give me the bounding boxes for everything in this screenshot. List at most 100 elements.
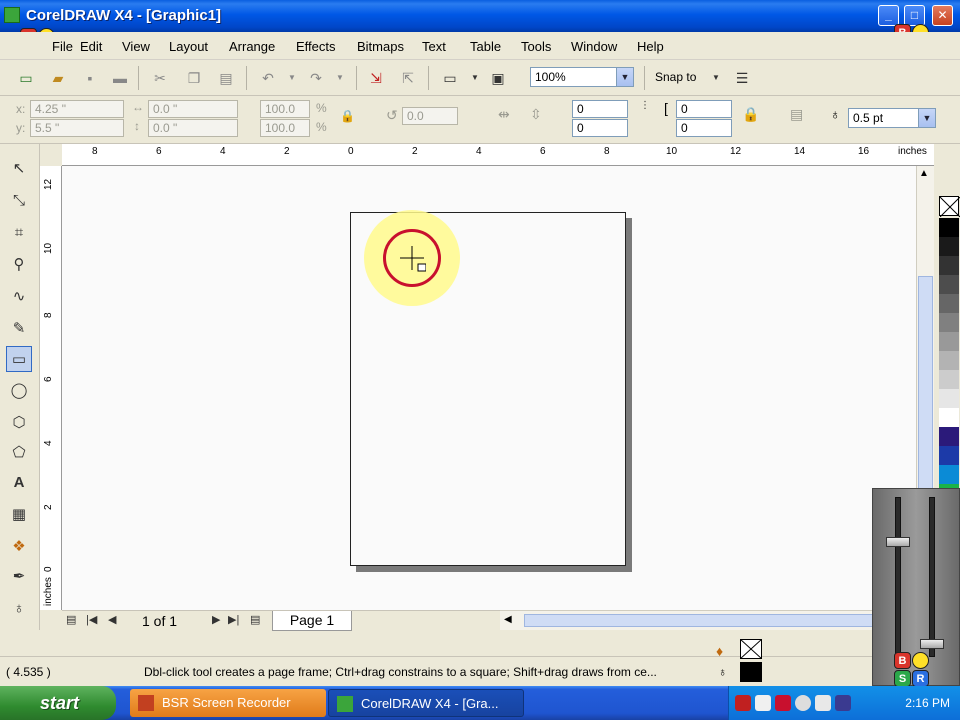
undo-icon[interactable]: ↶ [258,68,278,88]
lock-ratio-icon[interactable]: 🔒 [340,109,355,123]
color-swatch[interactable] [939,408,959,428]
rotation-field[interactable]: 0.0 [402,107,458,125]
task-bsr-recorder[interactable]: BSR Screen Recorder [130,689,326,717]
corner-top-right-field[interactable]: 0 [676,100,732,118]
horizontal-scrollbar[interactable]: ◀ [500,610,916,630]
ellipse-tool-icon[interactable]: ◯ [6,378,32,404]
color-swatch[interactable] [939,256,959,276]
menu-arrange[interactable]: Arrange [229,39,275,54]
welcome-screen-icon[interactable]: ▣ [488,68,508,88]
tray-volume-icon[interactable] [795,695,811,711]
mirror-vertical-icon[interactable]: ⇳ [530,106,542,123]
scale-x-field[interactable]: 100.0 [260,100,310,118]
color-swatch[interactable] [939,237,959,257]
tray-app-icon[interactable] [835,695,851,711]
launcher-dropdown-icon[interactable]: ▼ [465,68,485,88]
mirror-horizontal-icon[interactable]: ⇹ [498,106,510,123]
undo-dropdown-icon[interactable]: ▼ [282,68,302,88]
corner-bottom-right-field[interactable]: 0 [676,119,732,137]
snap-to-button[interactable]: Snap to [655,70,696,84]
scroll-up-icon[interactable]: ▲ [919,168,929,179]
outline-color-indicator[interactable] [740,662,762,682]
tray-messenger-icon[interactable] [815,695,831,711]
y-position-field[interactable]: 5.5 " [30,119,124,137]
menu-file[interactable]: File [52,39,73,54]
menu-effects[interactable]: Effects [296,39,336,54]
redo-dropdown-icon[interactable]: ▼ [330,68,350,88]
corner-bottom-left-field[interactable]: 0 [572,119,628,137]
interactive-tool-icon[interactable]: ❖ [6,534,32,560]
fill-none-icon[interactable] [740,639,762,659]
volume-slider-right[interactable] [920,639,944,649]
menu-view[interactable]: View [122,39,150,54]
color-swatch[interactable] [939,389,959,409]
volume-slider-left[interactable] [886,537,910,547]
corner-top-left-field[interactable]: 0 [572,100,628,118]
new-document-icon[interactable]: ▭ [16,68,36,88]
x-position-field[interactable]: 4.25 " [30,100,124,118]
smart-fill-tool-icon[interactable]: ✎ [6,316,32,342]
menu-edit[interactable]: Edit [80,39,102,54]
round-corners-lock-icon[interactable]: 🔒 [742,106,759,123]
outline-tool-icon[interactable]: ♁ [6,596,32,622]
height-field[interactable]: 0.0 " [148,119,238,137]
color-swatch[interactable] [939,465,959,485]
copy-icon[interactable]: ❐ [184,68,204,88]
open-icon[interactable]: ▰ [48,68,68,88]
color-swatch[interactable] [939,351,959,371]
zoom-tool-icon[interactable]: ⚲ [6,252,32,278]
text-tool-icon[interactable]: A [6,470,32,496]
task-coreldraw[interactable]: CorelDRAW X4 - [Gra... [328,689,524,717]
color-swatch[interactable] [939,370,959,390]
coreldraw-app-icon[interactable] [4,7,20,23]
no-color-swatch[interactable] [939,196,960,218]
save-icon[interactable]: ▪ [80,68,100,88]
wrap-text-icon[interactable]: ▤ [790,106,803,123]
menu-table[interactable]: Table [470,39,501,54]
menu-help[interactable]: Help [637,39,664,54]
export-icon[interactable]: ⇱ [398,68,418,88]
close-button[interactable]: ✕ [932,5,953,26]
tray-security-icon[interactable] [775,695,791,711]
color-swatch[interactable] [939,313,959,333]
options-icon[interactable]: ☰ [732,68,752,88]
cut-icon[interactable]: ✂ [150,68,170,88]
add-page-icon[interactable]: ▤ [66,613,76,626]
application-launcher-icon[interactable]: ▭ [440,68,460,88]
menu-layout[interactable]: Layout [169,39,208,54]
print-icon[interactable]: ▬ [110,68,130,88]
last-page-icon[interactable]: ▶| [228,613,239,626]
width-field[interactable]: 0.0 " [148,100,238,118]
freehand-tool-icon[interactable]: ∿ [6,284,32,310]
next-page-icon[interactable]: ▶ [212,613,220,626]
horizontal-scroll-thumb[interactable] [524,614,884,627]
import-icon[interactable]: ⇲ [366,68,386,88]
basic-shapes-tool-icon[interactable]: ⬠ [6,440,32,466]
horizontal-ruler[interactable]: 8 6 4 2 0 2 4 6 8 10 12 14 16 inches [62,144,934,166]
color-swatch[interactable] [939,275,959,295]
pick-tool-icon[interactable]: ↖ [6,156,32,182]
minimize-button[interactable]: _ [878,5,899,26]
paste-icon[interactable]: ▤ [216,68,236,88]
add-page-after-icon[interactable]: ▤ [250,613,260,626]
outline-width-select[interactable]: 0.5 pt ▼ [848,108,936,128]
scroll-left-icon[interactable]: ◀ [504,614,512,625]
color-swatch[interactable] [939,332,959,352]
color-swatch[interactable] [939,427,959,447]
color-swatch[interactable] [939,218,959,238]
previous-page-icon[interactable]: ◀ [108,613,116,626]
page-tab[interactable]: Page 1 [272,611,352,631]
polygon-tool-icon[interactable]: ⬡ [6,410,32,436]
shape-tool-icon[interactable]: ⤡ [6,188,32,214]
color-swatch[interactable] [939,294,959,314]
rectangle-tool-icon[interactable]: ▭ [6,346,32,372]
redo-icon[interactable]: ↷ [306,68,326,88]
scale-y-field[interactable]: 100.0 [260,119,310,137]
table-tool-icon[interactable]: ▦ [6,502,32,528]
color-swatch[interactable] [939,446,959,466]
eyedropper-tool-icon[interactable]: ✒ [6,564,32,590]
first-page-icon[interactable]: |◀ [86,613,97,626]
menu-tools[interactable]: Tools [521,39,551,54]
corner-lock-icon[interactable]: ⋮ [640,100,650,111]
vertical-ruler[interactable]: 12 10 8 6 4 2 0 inches [40,166,62,610]
